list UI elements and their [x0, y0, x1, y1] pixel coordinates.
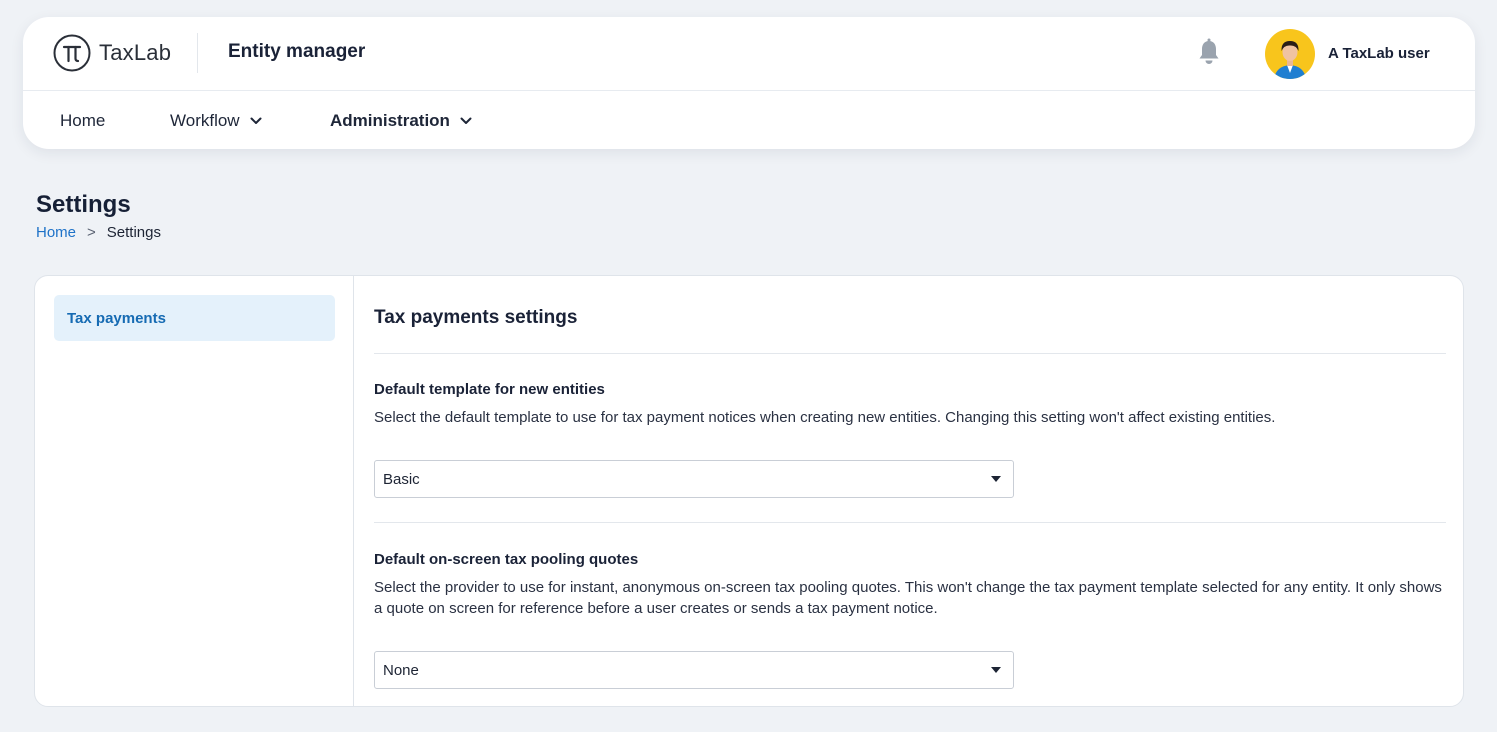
settings-content: Tax payments settings Default template f…	[374, 276, 1446, 706]
caret-down-icon	[991, 667, 1001, 673]
pi-logo-icon	[53, 34, 91, 72]
caret-down-icon	[991, 476, 1001, 482]
chevron-down-icon	[460, 117, 472, 124]
breadcrumb-separator: >	[87, 224, 96, 241]
section-title: Tax payments settings	[374, 307, 578, 328]
pooling-setting-help: Select the provider to use for instant, …	[374, 579, 1442, 617]
divider	[374, 522, 1446, 523]
breadcrumb: Home > Settings	[36, 224, 161, 241]
logo-text: TaxLab	[99, 40, 172, 65]
sidebar-item-tax-payments[interactable]: Tax payments	[54, 295, 335, 341]
pooling-setting-label: Default on-screen tax pooling quotes	[374, 551, 639, 568]
chevron-down-icon	[250, 117, 262, 124]
nav-item-workflow[interactable]: Workflow	[170, 111, 262, 131]
template-setting-help: Select the default template to use for t…	[374, 409, 1276, 426]
select-value: Basic	[383, 471, 420, 488]
settings-sidebar: Tax payments	[35, 276, 354, 706]
divider	[374, 353, 1446, 354]
nav-item-administration[interactable]: Administration	[330, 111, 472, 131]
top-bar: TaxLab Entity manager A TaxLab user	[23, 17, 1475, 91]
bell-icon[interactable]	[1196, 38, 1222, 66]
nav-item-label: Home	[60, 111, 106, 130]
template-setting-label: Default template for new entities	[374, 381, 605, 398]
settings-card: Tax payments Tax payments settings Defau…	[34, 275, 1464, 707]
breadcrumb-home-link[interactable]: Home	[36, 224, 76, 241]
tax-pooling-provider-select[interactable]: None	[374, 651, 1014, 689]
nav-item-home[interactable]: Home	[60, 111, 105, 131]
main-nav: Home Workflow Administration	[23, 92, 1475, 149]
sidebar-item-label: Tax payments	[67, 310, 166, 327]
user-name[interactable]: A TaxLab user	[1328, 45, 1430, 62]
nav-item-label: Administration	[330, 111, 450, 130]
select-value: None	[383, 662, 419, 679]
app-header: TaxLab Entity manager A TaxLab user Home…	[23, 17, 1475, 149]
default-template-select[interactable]: Basic	[374, 460, 1014, 498]
nav-item-label: Workflow	[170, 111, 240, 130]
page-title: Settings	[36, 191, 131, 218]
header-divider	[197, 33, 198, 73]
user-avatar-icon[interactable]	[1265, 29, 1315, 79]
breadcrumb-current: Settings	[106, 224, 161, 241]
logo[interactable]: TaxLab	[53, 33, 171, 73]
app-title: Entity manager	[228, 41, 366, 62]
